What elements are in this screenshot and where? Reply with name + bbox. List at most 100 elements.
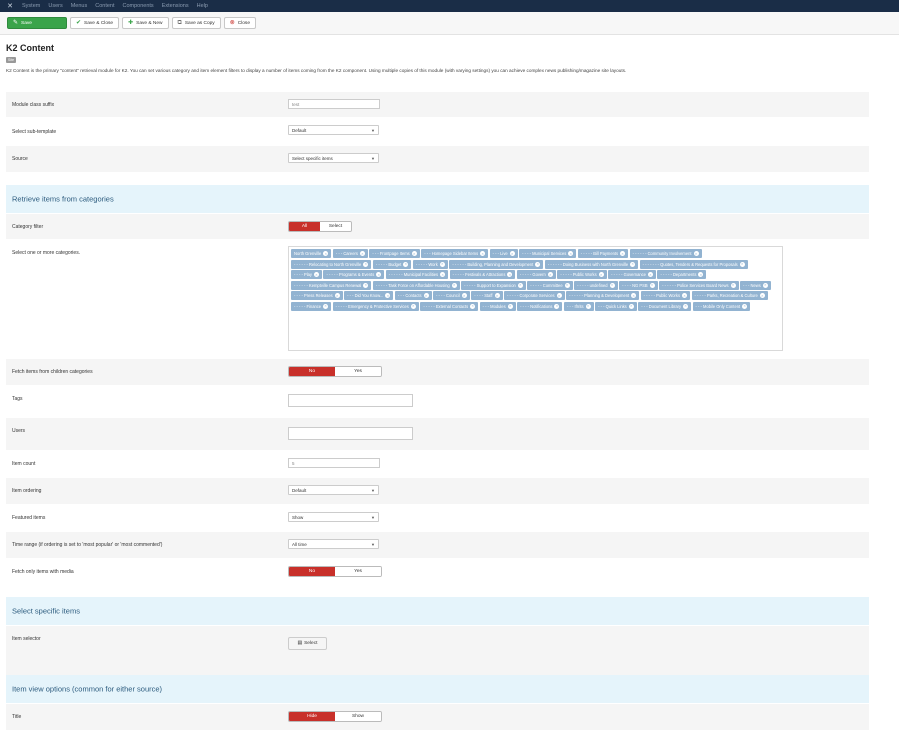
- category-chip: - - - - Notifications ×: [517, 301, 563, 311]
- joomla-logo-icon[interactable]: ✕: [4, 2, 16, 10]
- remove-chip-icon[interactable]: ×: [470, 303, 476, 309]
- remove-chip-icon[interactable]: ×: [461, 293, 467, 298]
- remove-chip-icon[interactable]: ×: [313, 272, 319, 277]
- save-copy-button[interactable]: ⧉ Save as Copy: [171, 17, 221, 29]
- remove-chip-icon[interactable]: ×: [451, 282, 457, 288]
- remove-chip-icon[interactable]: ×: [403, 261, 409, 267]
- remove-chip-icon[interactable]: ×: [628, 303, 634, 309]
- fetch-children-no[interactable]: No: [289, 367, 335, 376]
- remove-chip-icon[interactable]: ×: [507, 303, 513, 309]
- category-chip: - - - Careers ×: [332, 249, 368, 258]
- save-button[interactable]: ✎ Save: [7, 17, 67, 29]
- remove-chip-icon[interactable]: ×: [509, 251, 515, 256]
- remove-chip-icon[interactable]: ×: [423, 293, 429, 298]
- remove-chip-icon[interactable]: ×: [631, 293, 637, 298]
- remove-chip-icon[interactable]: ×: [363, 282, 369, 288]
- remove-chip-icon[interactable]: ×: [385, 293, 391, 298]
- remove-chip-icon[interactable]: ×: [556, 293, 562, 298]
- category-chip-label: - - - - - Support to Expansion: [464, 282, 516, 288]
- menu-users[interactable]: Users: [48, 3, 62, 9]
- source-select[interactable]: Select specific items ▼: [288, 153, 379, 163]
- time-range-select[interactable]: All time ▼: [288, 539, 379, 549]
- remove-chip-icon[interactable]: ×: [647, 272, 653, 277]
- category-chip: - - - - - Parks, Recreation & Culture ×: [691, 291, 768, 300]
- sub-template-select[interactable]: Default ▼: [288, 125, 379, 135]
- remove-chip-icon[interactable]: ×: [547, 272, 553, 277]
- remove-chip-icon[interactable]: ×: [494, 293, 500, 298]
- remove-chip-icon[interactable]: ×: [682, 293, 687, 298]
- remove-chip-icon[interactable]: ×: [507, 272, 513, 277]
- remove-chip-icon[interactable]: ×: [585, 303, 591, 309]
- remove-chip-icon[interactable]: ×: [762, 282, 768, 288]
- remove-chip-icon[interactable]: ×: [363, 261, 369, 267]
- item-selector-button[interactable]: ▤ Select: [288, 637, 327, 650]
- category-chip-label: - - - - - - Kemptville Campus Renewal: [294, 282, 362, 288]
- remove-chip-icon[interactable]: ×: [323, 251, 329, 256]
- menu-content[interactable]: Content: [95, 3, 114, 9]
- menu-system[interactable]: System: [22, 3, 40, 9]
- remove-chip-icon[interactable]: ×: [730, 282, 736, 288]
- remove-chip-icon[interactable]: ×: [440, 272, 446, 277]
- remove-chip-icon[interactable]: ×: [376, 272, 382, 277]
- label-item-count: Item count: [12, 461, 36, 467]
- remove-chip-icon[interactable]: ×: [517, 282, 523, 288]
- category-chip: - - - Ifrrits ×: [563, 301, 594, 311]
- remove-chip-icon[interactable]: ×: [630, 261, 636, 267]
- save-close-button[interactable]: ✔ Save & Close: [70, 17, 120, 29]
- title-show[interactable]: Show: [335, 712, 381, 721]
- category-multiselect[interactable]: North Grenville × - - - Careers × - - - Fron…: [288, 246, 783, 351]
- menu-extensions[interactable]: Extensions: [162, 3, 189, 9]
- remove-chip-icon[interactable]: ×: [323, 303, 329, 309]
- remove-chip-icon[interactable]: ×: [334, 293, 340, 298]
- remove-chip-icon[interactable]: ×: [480, 251, 486, 256]
- remove-chip-icon[interactable]: ×: [359, 251, 365, 256]
- remove-chip-icon[interactable]: ×: [742, 303, 748, 309]
- category-chip-label: - - - - - Governance: [611, 272, 646, 277]
- remove-chip-icon[interactable]: ×: [693, 251, 699, 256]
- item-count-input[interactable]: 5: [288, 458, 380, 468]
- save-new-button[interactable]: ✚ Save & New: [122, 17, 169, 29]
- category-chip-label: - - - - - Bill Payments: [580, 251, 619, 256]
- media-only-yes[interactable]: Yes: [335, 567, 381, 576]
- category-chip-label: - - - - - Budget: [375, 261, 402, 267]
- row-categories: Select one or more categories. North Gre…: [6, 240, 869, 358]
- module-class-suffix-input[interactable]: test: [288, 99, 380, 109]
- remove-chip-icon[interactable]: ×: [568, 251, 574, 256]
- category-filter-select[interactable]: Select: [320, 222, 351, 231]
- remove-chip-icon[interactable]: ×: [759, 293, 765, 298]
- label-sub-template: Select sub-template: [12, 128, 57, 135]
- remove-chip-icon[interactable]: ×: [739, 261, 745, 267]
- category-filter-all[interactable]: All: [289, 222, 320, 231]
- remove-chip-icon[interactable]: ×: [535, 261, 541, 267]
- remove-chip-icon[interactable]: ×: [564, 282, 570, 288]
- fetch-children-yes[interactable]: Yes: [335, 367, 381, 376]
- remove-chip-icon[interactable]: ×: [411, 251, 417, 256]
- remove-chip-icon[interactable]: ×: [683, 303, 689, 309]
- menu-help[interactable]: Help: [197, 3, 208, 9]
- remove-chip-icon[interactable]: ×: [620, 251, 626, 256]
- menu-components[interactable]: Components: [123, 3, 154, 9]
- media-only-no[interactable]: No: [289, 567, 335, 576]
- menu-menus[interactable]: Menus: [71, 3, 88, 9]
- remove-chip-icon[interactable]: ×: [649, 282, 655, 288]
- users-input[interactable]: [288, 427, 413, 440]
- title-hide[interactable]: Hide: [289, 712, 335, 721]
- category-chip: - - - - - Emergency & Protective Service…: [332, 301, 419, 311]
- category-chip-label: - - - - - - - Quotes, Tenders & Requests…: [642, 261, 738, 267]
- category-chip-label: - - - - Press Releases: [294, 293, 333, 298]
- category-chip-label: - - - - Municipal Services: [522, 251, 567, 256]
- tags-input[interactable]: [288, 394, 413, 407]
- remove-chip-icon[interactable]: ×: [554, 303, 560, 309]
- featured-items-select[interactable]: Show ▼: [288, 512, 379, 522]
- remove-chip-icon[interactable]: ×: [609, 282, 615, 288]
- chevron-down-icon: ▼: [371, 514, 375, 520]
- item-ordering-select[interactable]: Default ▼: [288, 485, 379, 495]
- close-button[interactable]: ⊗ Close: [223, 17, 256, 29]
- remove-chip-icon[interactable]: ×: [598, 272, 604, 277]
- remove-chip-icon[interactable]: ×: [698, 272, 704, 277]
- category-chip: - - - - - Departments ×: [657, 270, 707, 279]
- remove-chip-icon[interactable]: ×: [410, 303, 416, 309]
- category-chip-label: - - - - - Festivals & Attractions: [452, 272, 506, 277]
- category-chip: - - - Live ×: [489, 249, 518, 258]
- remove-chip-icon[interactable]: ×: [439, 261, 445, 267]
